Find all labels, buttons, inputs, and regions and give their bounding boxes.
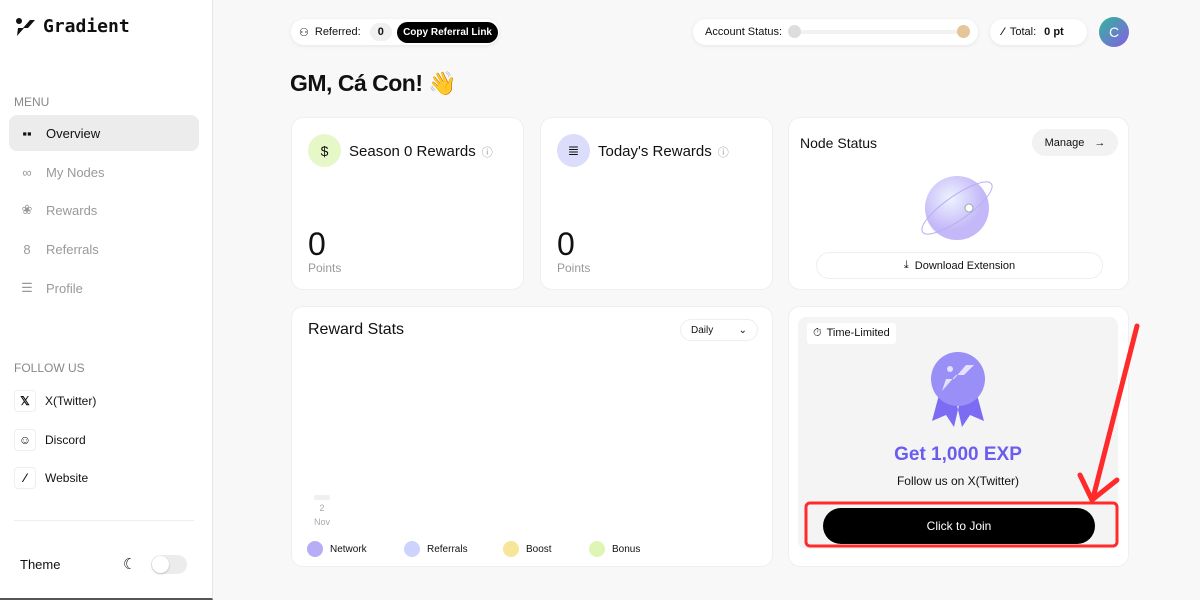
legend-label: Referrals <box>427 543 468 555</box>
coins-stack-icon: ≣ <box>557 134 590 167</box>
legend-referrals: Referrals <box>404 541 468 557</box>
gradient-logo-icon: ⁄ <box>14 467 36 489</box>
goal-badge-icon <box>957 25 970 38</box>
theme-label: Theme <box>20 557 61 572</box>
social-label: Website <box>45 471 89 485</box>
avatar[interactable]: C <box>1099 17 1129 47</box>
time-limited-badge: ⏱ Time-Limited <box>807 323 896 344</box>
download-extension-button[interactable]: ⤓ Download Extension <box>816 252 1103 279</box>
legend-label: Bonus <box>612 543 641 555</box>
chevron-down-icon: ⌄ <box>738 324 747 336</box>
card-title: Season 0 Rewards <box>349 143 476 160</box>
manage-button[interactable]: Manage → <box>1032 129 1118 156</box>
users-icon: 8 <box>23 241 31 257</box>
globe-icon <box>921 176 993 240</box>
card-title: Node Status <box>800 135 878 151</box>
promo-card: ⏱ Time-Limited Get 1,000 EXP Follow us on… <box>788 306 1129 567</box>
gradient-logo-icon <box>16 17 35 36</box>
sidebar-item-rewards[interactable]: ❀ Rewards <box>9 192 199 228</box>
node-status-card: Node Status Manage → ⤓ Download Extension <box>788 117 1129 290</box>
sidebar-item-profile[interactable]: ☰ Profile <box>9 270 199 306</box>
today-rewards-card: ≣ Today's Rewards ⓘ 0 Points <box>540 117 773 290</box>
theme-toggle[interactable] <box>151 555 187 574</box>
today-points-value: 0 <box>557 226 575 262</box>
referred-label: Referred: <box>314 26 361 38</box>
nav-label: Overview <box>46 125 101 141</box>
info-icon[interactable]: ⓘ <box>482 144 493 160</box>
promo-subtitle: Follow us on X(Twitter) <box>896 474 1020 488</box>
reward-stats-card: Reward Stats Daily ⌄ 2 Nov Network Referr… <box>291 306 773 567</box>
manage-label: Manage <box>1044 136 1085 149</box>
legend-swatch <box>503 541 519 557</box>
gradient-logo-icon: ⁄ <box>1002 26 1004 38</box>
x-icon: 𝕏 <box>14 390 36 412</box>
menu-label: MENU <box>14 95 50 109</box>
divider <box>14 520 194 521</box>
social-website[interactable]: ⁄ Website <box>14 467 88 489</box>
discord-icon: ☺ <box>14 429 36 451</box>
social-twitter[interactable]: 𝕏 X(Twitter) <box>14 390 96 412</box>
legend-bonus: Bonus <box>589 541 640 557</box>
arrow-right-icon: → <box>1094 136 1106 149</box>
legend-swatch <box>404 541 420 557</box>
copy-referral-link-button[interactable]: Copy Referral Link <box>397 21 498 43</box>
points-label: Points <box>308 261 342 275</box>
chart-bar-2-nov[interactable] <box>314 495 330 500</box>
social-label: X(Twitter) <box>45 394 97 408</box>
stopwatch-icon: ⏱ <box>813 327 822 339</box>
nav-label: My Nodes <box>46 164 105 180</box>
referred-count: 0 <box>369 23 392 41</box>
period-value: Daily <box>691 324 714 336</box>
start-badge-icon <box>788 25 802 38</box>
legend-label: Boost <box>526 543 552 555</box>
total-value: 0 pt <box>1044 26 1064 38</box>
sidebar-item-referrals[interactable]: 8 Referrals <box>9 231 199 267</box>
click-to-join-button[interactable]: Click to Join <box>823 508 1095 544</box>
season-points-value: 0 <box>308 226 326 262</box>
sliders-icon: ☰ <box>21 280 33 295</box>
sidebar: Gradient MENU ▪▪ Overview ∞ My Nodes ❀ Rewa… <box>0 0 213 600</box>
account-status-label: Account Status: <box>705 26 783 38</box>
legend-label: Network <box>330 543 367 555</box>
x-tick-day: 2 <box>319 503 325 513</box>
points-label: Points <box>557 261 591 275</box>
promo-headline: Get 1,000 EXP <box>894 444 1022 465</box>
account-status-pill: Account Status: <box>693 19 978 45</box>
total-points-pill: ⁄ Total: 0 pt <box>990 19 1087 45</box>
sidebar-item-overview[interactable]: ▪▪ Overview <box>9 115 199 151</box>
social-discord[interactable]: ☺ Discord <box>14 429 86 451</box>
nav-label: Referrals <box>46 241 99 257</box>
nodes-icon: ∞ <box>22 164 32 180</box>
card-title: Reward Stats <box>308 321 405 338</box>
award-badge-icon <box>931 352 985 427</box>
total-label: Total: <box>1009 26 1037 38</box>
download-icon: ⤓ <box>903 259 909 271</box>
nav-label: Rewards <box>46 202 98 218</box>
info-icon[interactable]: ⓘ <box>718 144 729 160</box>
page-title: GM, Cá Con! 👋 <box>290 70 457 96</box>
legend-boost: Boost <box>503 541 552 557</box>
social-label: Discord <box>45 433 86 447</box>
download-label: Download Extension <box>914 259 1016 272</box>
badge-label: Time-Limited <box>826 327 890 339</box>
referral-pill: ⚇ Referred: 0 Copy Referral Link <box>291 19 499 45</box>
follow-label: FOLLOW US <box>14 361 85 375</box>
app-name: Gradient <box>43 16 130 37</box>
legend-swatch <box>589 541 605 557</box>
award-icon: ❀ <box>21 202 33 217</box>
grid-icon: ▪▪ <box>22 125 32 141</box>
nav-label: Profile <box>46 280 83 296</box>
season-rewards-card: $ Season 0 Rewards ⓘ 0 Points <box>291 117 524 290</box>
moon-icon: ☾ <box>123 556 137 573</box>
x-tick-month: Nov <box>313 517 330 527</box>
legend-swatch <box>307 541 323 557</box>
logo[interactable]: Gradient <box>15 16 130 37</box>
coin-icon: $ <box>308 134 341 167</box>
user-icon: ⚇ <box>299 26 309 39</box>
sidebar-item-my-nodes[interactable]: ∞ My Nodes <box>9 154 199 190</box>
card-title: Today's Rewards <box>598 143 712 160</box>
period-select[interactable]: Daily ⌄ <box>680 319 758 341</box>
account-status-bar <box>788 25 970 38</box>
legend-network: Network <box>307 541 367 557</box>
